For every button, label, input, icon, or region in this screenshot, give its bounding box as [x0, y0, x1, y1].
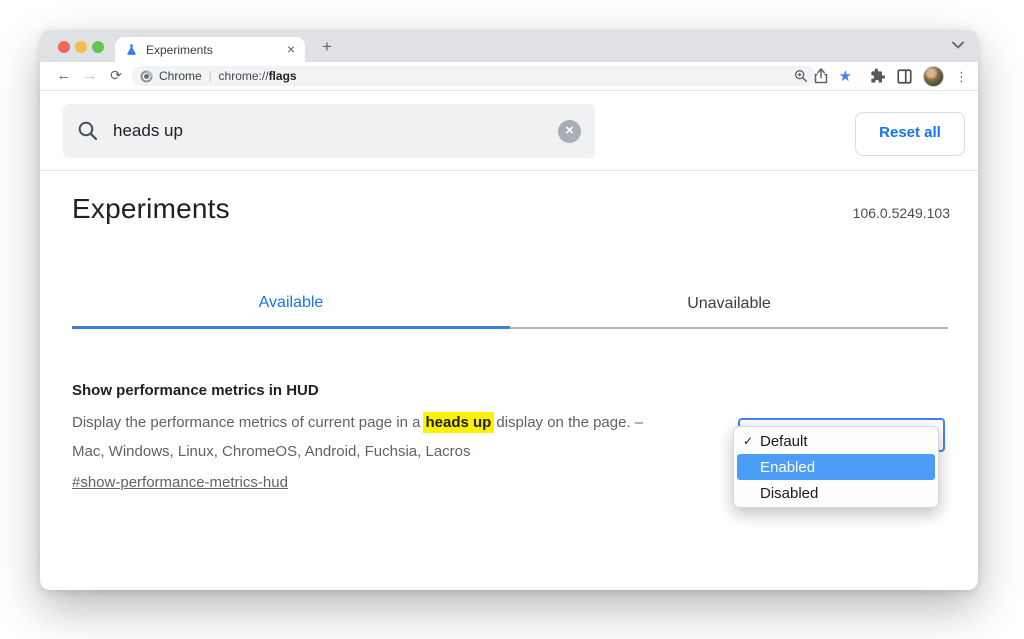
section-divider — [40, 170, 978, 171]
zoom-in-icon[interactable] — [794, 69, 808, 83]
select-options-popup: ✓ Default Enabled Disabled — [733, 426, 939, 508]
bookmark-star-icon[interactable]: ★ — [839, 69, 852, 84]
browser-tab-experiments[interactable]: Experiments × — [115, 37, 305, 62]
fullscreen-window-button[interactable] — [92, 41, 104, 53]
flags-search-section: × Reset all — [40, 91, 978, 170]
share-icon[interactable] — [814, 68, 828, 84]
chip-separator: | — [208, 70, 212, 82]
option-enabled[interactable]: Enabled — [734, 454, 938, 480]
tab-unavailable[interactable]: Unavailable — [510, 280, 948, 329]
kebab-menu-icon[interactable]: ⋮ — [955, 70, 968, 83]
flag-description: Display the performance metrics of curre… — [72, 412, 644, 460]
chevron-down-icon[interactable] — [952, 41, 964, 49]
chrome-version: 106.0.5249.103 — [852, 205, 950, 221]
reload-button[interactable]: ⟳ — [106, 62, 126, 90]
toolbar-actions: ★ ⋮ — [814, 62, 968, 90]
url-scheme: chrome:// — [218, 69, 269, 83]
tab-close-icon[interactable]: × — [287, 37, 295, 62]
new-tab-button[interactable]: + — [316, 36, 338, 58]
page-header: Experiments 106.0.5249.103 — [72, 193, 950, 225]
flags-search-box[interactable]: × — [63, 104, 595, 158]
minimize-window-button[interactable] — [75, 41, 87, 53]
forward-button[interactable]: → — [80, 62, 100, 90]
flag-permalink[interactable]: #show-performance-metrics-hud — [72, 474, 288, 491]
browser-toolbar: ← → ⟳ Chrome | chrome://flags ★ ⋮ — [40, 62, 978, 91]
flag-title: Show performance metrics in HUD — [72, 382, 319, 399]
address-bar[interactable]: Chrome | chrome://flags — [132, 66, 816, 86]
reset-all-button[interactable]: Reset all — [855, 112, 965, 156]
tab-strip: Experiments × + — [40, 30, 978, 62]
option-disabled[interactable]: Disabled — [734, 480, 938, 506]
side-panel-icon[interactable] — [897, 68, 912, 84]
site-chip-label: Chrome — [159, 69, 202, 83]
clear-search-icon[interactable]: × — [558, 119, 581, 143]
url-host: flags — [268, 69, 297, 83]
profile-avatar[interactable] — [923, 65, 944, 87]
back-button[interactable]: ← — [54, 62, 74, 90]
flag-entry: Show performance metrics in HUD Display … — [72, 382, 720, 492]
flask-icon — [125, 43, 138, 56]
check-icon: ✓ — [743, 434, 754, 448]
page-title: Experiments — [72, 193, 230, 224]
tab-title: Experiments — [146, 42, 213, 57]
close-window-button[interactable] — [58, 41, 70, 53]
option-default[interactable]: ✓ Default — [734, 428, 938, 454]
search-icon — [77, 120, 99, 142]
chrome-logo-icon — [140, 70, 153, 83]
search-input[interactable] — [111, 120, 558, 142]
desktop-background: Experiments × + ← → ⟳ Chrome | chrome://… — [0, 0, 1024, 639]
extensions-puzzle-icon[interactable] — [870, 68, 886, 84]
flags-section-tabs: Available Unavailable — [72, 280, 948, 329]
tab-available[interactable]: Available — [72, 280, 510, 329]
search-match-highlight: heads up — [422, 412, 495, 433]
browser-window: Experiments × + ← → ⟳ Chrome | chrome://… — [40, 30, 978, 590]
